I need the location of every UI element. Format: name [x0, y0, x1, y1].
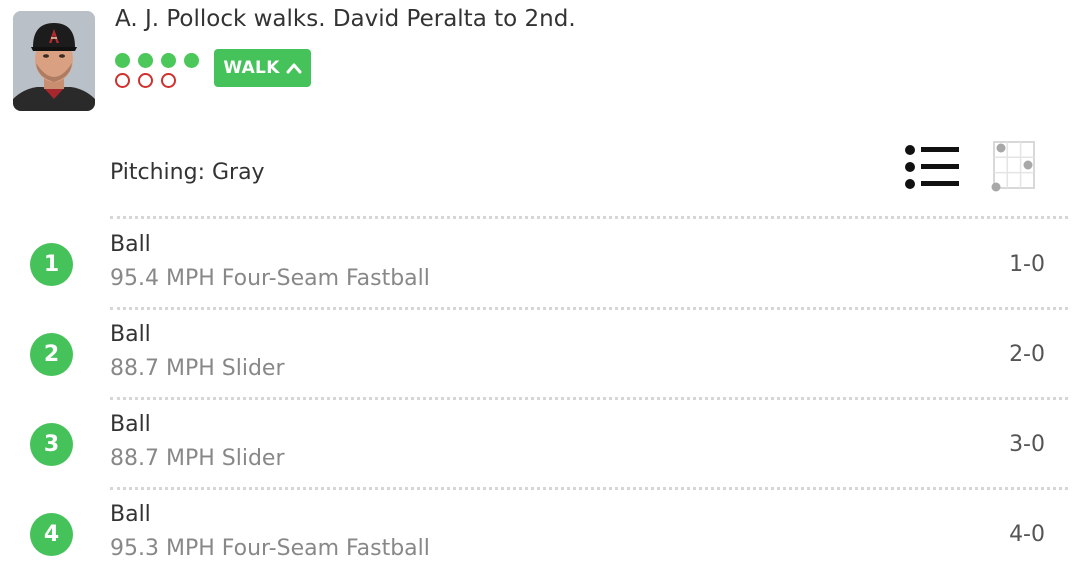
- result-badge-toggle[interactable]: WALK: [214, 49, 311, 87]
- ball-dot: [161, 53, 176, 68]
- play-headline: A. J. Pollock walks. David Peralta to 2n…: [115, 6, 576, 32]
- pitch-description: 95.4 MPH Four-Seam Fastball: [110, 266, 430, 291]
- pitch-result: Ball: [110, 412, 151, 437]
- pitch-result: Ball: [110, 232, 151, 257]
- pitch-row[interactable]: 4 Ball 95.3 MPH Four-Seam Fastball 4-0: [0, 494, 1072, 572]
- out-dot: [138, 73, 153, 88]
- ball-dot: [138, 53, 153, 68]
- pitch-description: 95.3 MPH Four-Seam Fastball: [110, 536, 430, 561]
- pitch-number-badge: 2: [30, 333, 73, 376]
- count-indicator: [115, 53, 205, 93]
- pitch-result: Ball: [110, 322, 151, 347]
- pitch-description: 88.7 MPH Slider: [110, 446, 285, 471]
- pitch-number-badge: 4: [30, 513, 73, 556]
- ball-dot: [184, 53, 199, 68]
- ball-dot: [115, 53, 130, 68]
- pitch-number-badge: 1: [30, 243, 73, 286]
- pitch-row[interactable]: 3 Ball 88.7 MPH Slider 3-0: [0, 404, 1072, 492]
- pitch-count: 3-0: [1009, 432, 1045, 457]
- player-headshot: [13, 11, 95, 111]
- result-badge-label: WALK: [223, 58, 280, 78]
- pitch-number-badge: 3: [30, 423, 73, 466]
- pitch-count: 1-0: [1009, 252, 1045, 277]
- player-avatar: [13, 11, 95, 111]
- zone-view-button[interactable]: [990, 140, 1038, 192]
- row-divider: [110, 216, 1068, 219]
- out-dot: [115, 73, 130, 88]
- pitcher-label: Pitching: Gray: [110, 160, 265, 185]
- out-dot: [161, 73, 176, 88]
- list-view-button[interactable]: [902, 144, 962, 190]
- chevron-up-icon: [286, 62, 302, 74]
- list-icon: [905, 145, 959, 189]
- pitch-row[interactable]: 1 Ball 95.4 MPH Four-Seam Fastball 1-0: [0, 224, 1072, 312]
- pitch-count: 4-0: [1009, 522, 1045, 547]
- pitch-row[interactable]: 2 Ball 88.7 MPH Slider 2-0: [0, 314, 1072, 402]
- pitch-result: Ball: [110, 502, 151, 527]
- pitch-description: 88.7 MPH Slider: [110, 356, 285, 381]
- pitch-count: 2-0: [1009, 342, 1045, 367]
- strike-zone-icon: [991, 141, 1035, 192]
